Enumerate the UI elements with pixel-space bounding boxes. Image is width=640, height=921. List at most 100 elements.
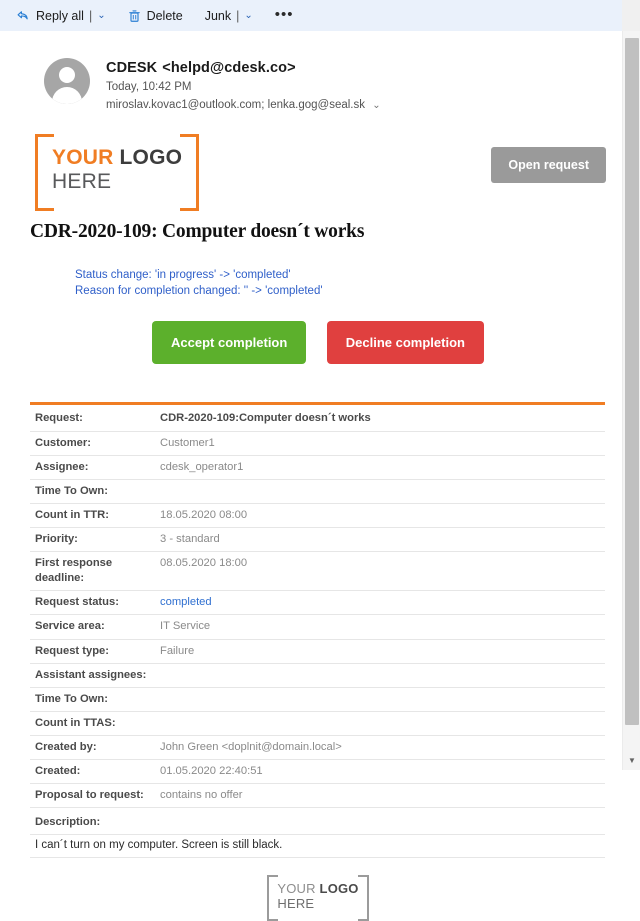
detail-value: 18.05.2020 08:00 [155,503,605,529]
status-change-block: Status change: 'in progress' -> 'complet… [30,268,606,299]
delete-button[interactable]: Delete [128,9,183,23]
detail-value [155,711,605,737]
detail-value: 3 - standard [155,527,605,553]
junk-label: Junk [204,8,232,23]
table-row: Description: [30,807,605,836]
description-label: Description: [30,807,605,836]
logo-bracket-left [35,134,54,212]
status-change-line-1: Status change: 'in progress' -> 'complet… [75,269,291,282]
reply-all-separator: | [88,8,93,23]
detail-value: John Green <doplnit@domain.local> [155,735,605,761]
message-header: CDESK <helpd@cdesk.co> Today, 10:42 PM mi… [0,56,622,111]
detail-value[interactable]: completed [155,590,605,616]
detail-value: CDR-2020-109:Computer doesn´t works [155,403,605,432]
table-row: Request status: completed [30,590,605,616]
message-pane: CDESK <helpd@cdesk.co> Today, 10:42 PM mi… [0,31,622,921]
detail-value: 08.05.2020 18:00 [155,551,605,592]
detail-label: First response deadline: [30,551,155,592]
footer-logo-line-2: HERE [277,895,315,911]
junk-button[interactable]: Junk | ⌄ [205,9,253,23]
detail-label: Count in TTAS: [30,711,155,737]
footer-logo-line-1: YOUR LOGO [277,880,359,896]
reply-all-icon [16,9,30,23]
detail-value: cdesk_operator1 [155,455,605,480]
reply-all-button[interactable]: Reply all | ⌄ [16,9,106,23]
vertical-scrollbar[interactable]: ▼ [622,31,640,770]
footer-logo: YOUR LOGO HERE [264,874,371,921]
table-row: Request type: Failure [30,639,605,664]
detail-value: 01.05.2020 22:40:51 [155,759,605,785]
logo-logo: LOGO [119,146,183,169]
person-avatar-icon [44,58,90,104]
ellipsis-icon: ••• [274,5,294,23]
detail-value [155,479,605,504]
detail-label: Priority: [30,527,155,553]
completion-actions: Accept completion Decline completion [30,321,606,365]
email-body: YOUR LOGO HERE Open request CDR-2020-109… [0,134,622,921]
footer-logo-bracket-right [357,874,369,921]
chevron-down-icon[interactable]: ⌄ [97,10,105,21]
table-row: Customer: Customer1 [30,431,605,456]
detail-label: Time To Own: [30,687,155,712]
reply-all-label: Reply all [36,8,84,23]
table-row: Created by: John Green <doplnit@domain.lo… [30,735,605,761]
detail-label: Assistant assignees: [30,663,155,688]
table-row: Assistant assignees: [30,663,605,688]
double-chevron-down-icon[interactable]: ⌄ [372,100,380,111]
junk-separator: | [236,8,240,23]
table-row: Proposal to request: contains no offer [30,783,605,809]
logo-your: YOUR [52,146,114,169]
detail-value: Failure [155,639,605,664]
detail-label: Count in TTR: [30,503,155,529]
scroll-down-arrow-icon[interactable]: ▼ [623,757,640,765]
table-row: First response deadline: 08.05.2020 18:00 [30,551,605,592]
detail-value [155,663,605,688]
request-details-body: Request: CDR-2020-109:Computer doesn´t wo… [30,403,605,858]
logo-line-1: YOUR LOGO [52,146,183,170]
detail-label: Customer: [30,431,155,456]
sender-email: <helpd@cdesk.co> [162,60,296,76]
footer-logo-logo: LOGO [319,880,359,896]
table-row: Request: CDR-2020-109:Computer doesn´t wo… [30,403,605,432]
footer-logo-bracket-left [267,874,279,921]
table-row: Time To Own: [30,479,605,504]
logo-line-2: HERE [52,169,112,193]
detail-label: Created by: [30,735,155,761]
trash-icon [128,9,141,23]
open-request-button[interactable]: Open request [491,147,606,183]
detail-value [155,687,605,712]
detail-value: IT Service [155,614,605,640]
more-actions-button[interactable]: ••• [275,7,294,25]
table-row: Assignee: cdesk_operator1 [30,455,605,480]
decline-completion-button[interactable]: Decline completion [326,321,484,365]
table-row: I can´t turn on my computer. Screen is s… [30,834,605,858]
email-footer: YOUR LOGO HERE [30,874,606,921]
table-row: Time To Own: [30,687,605,712]
mail-toolbar: Reply all | ⌄ Delete Junk | ⌄ ••• [0,0,622,31]
detail-label: Request: [30,403,155,432]
message-date: Today, 10:42 PM [106,81,192,93]
chevron-down-icon[interactable]: ⌄ [244,10,252,21]
detail-label: Request type: [30,639,155,664]
recipients: miroslav.kovac1@outlook.com; lenka.gog@s… [106,99,365,111]
sender-info: CDESK <helpd@cdesk.co> Today, 10:42 PM mi… [106,56,381,111]
body-header-row: YOUR LOGO HERE Open request [30,134,606,212]
detail-value: contains no offer [155,783,605,809]
status-change-line-2: Reason for completion changed: '' -> 'co… [75,284,323,297]
table-row: Count in TTAS: [30,711,605,737]
footer-logo-your: YOUR [277,880,316,896]
description-text: I can´t turn on my computer. Screen is s… [30,834,605,858]
detail-label: Service area: [30,614,155,640]
detail-label: Created: [30,759,155,785]
accept-completion-button[interactable]: Accept completion [152,321,307,365]
table-row: Service area: IT Service [30,614,605,640]
detail-label: Request status: [30,590,155,616]
table-row: Priority: 3 - standard [30,527,605,553]
detail-label: Assignee: [30,455,155,480]
scrollbar-thumb[interactable] [625,38,639,725]
recipients-line: miroslav.kovac1@outlook.com; lenka.gog@s… [106,99,381,111]
table-row: Count in TTR: 18.05.2020 08:00 [30,503,605,529]
scrollbar-top-cap [622,0,640,31]
logo-bracket-right [180,134,200,212]
brand-logo: YOUR LOGO HERE [30,134,204,212]
